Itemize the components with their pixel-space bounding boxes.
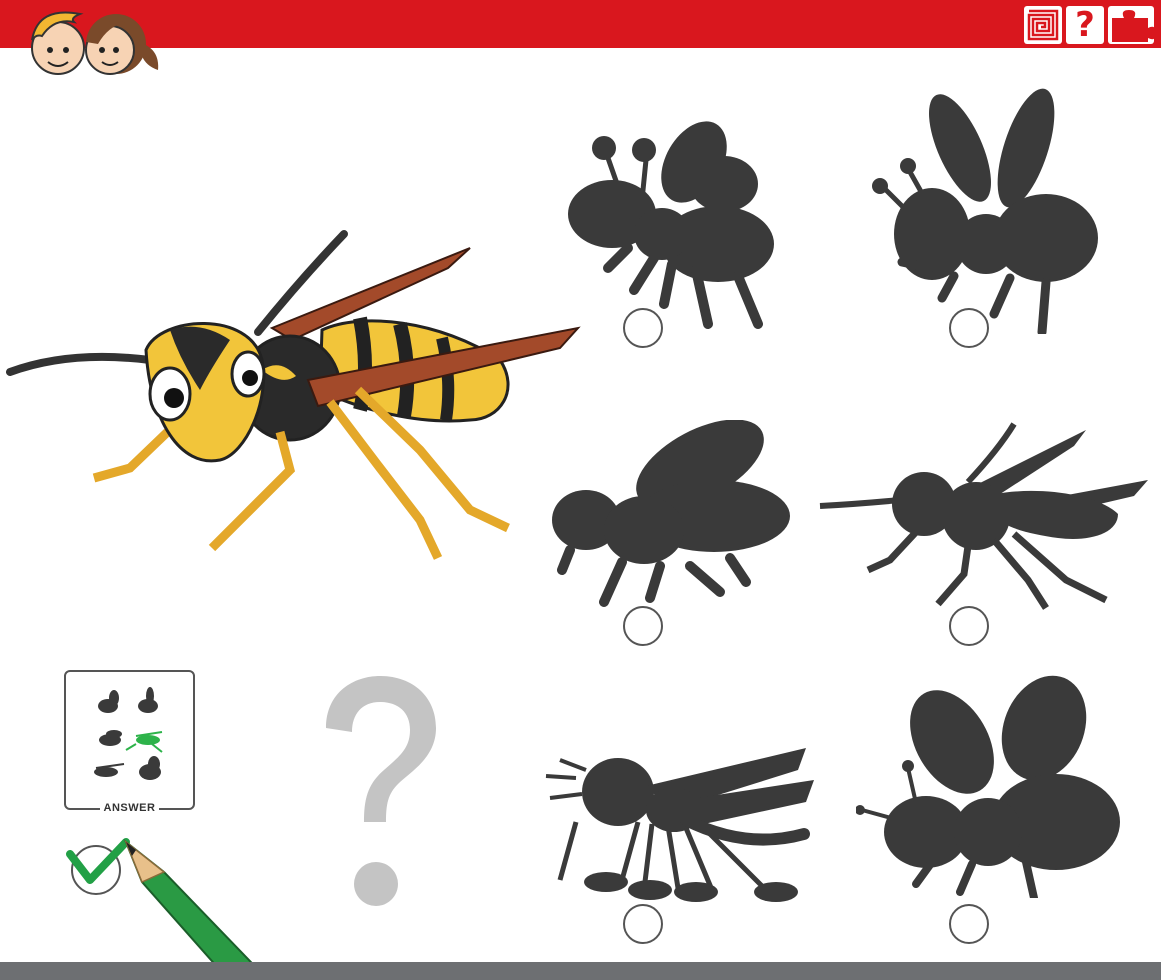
shadow-option-5[interactable]: [536, 740, 818, 910]
maze-icon[interactable]: [1024, 6, 1062, 44]
question-glyph: ?: [1075, 5, 1095, 45]
shadow-option-2[interactable]: [870, 88, 1100, 334]
bottom-bar: [0, 962, 1161, 980]
wasp-illustration: [6, 230, 581, 560]
question-mark-icon[interactable]: ?: [1066, 6, 1104, 44]
shadow-option-1[interactable]: [568, 118, 774, 330]
shadow-option-3[interactable]: [550, 420, 794, 610]
answer-key-card[interactable]: ANSWER: [64, 670, 195, 814]
choice-circle-4[interactable]: [949, 606, 989, 646]
big-question-mark: [326, 676, 436, 906]
shadow-option-4[interactable]: [818, 420, 1152, 616]
choice-circle-2[interactable]: [949, 308, 989, 348]
choice-circle-3[interactable]: [623, 606, 663, 646]
puzzle-piece-icon[interactable]: [1108, 6, 1154, 44]
choice-circle-5[interactable]: [623, 904, 663, 944]
choice-circle-1[interactable]: [623, 308, 663, 348]
answer-key-grid: [94, 687, 163, 780]
shadow-option-6[interactable]: [856, 672, 1122, 898]
pencil-check-icon: [66, 838, 266, 976]
top-banner: [0, 0, 1161, 48]
answer-label: ANSWER: [99, 802, 160, 814]
choice-circle-6[interactable]: [949, 904, 989, 944]
kids-logo-icon: [31, 11, 159, 75]
